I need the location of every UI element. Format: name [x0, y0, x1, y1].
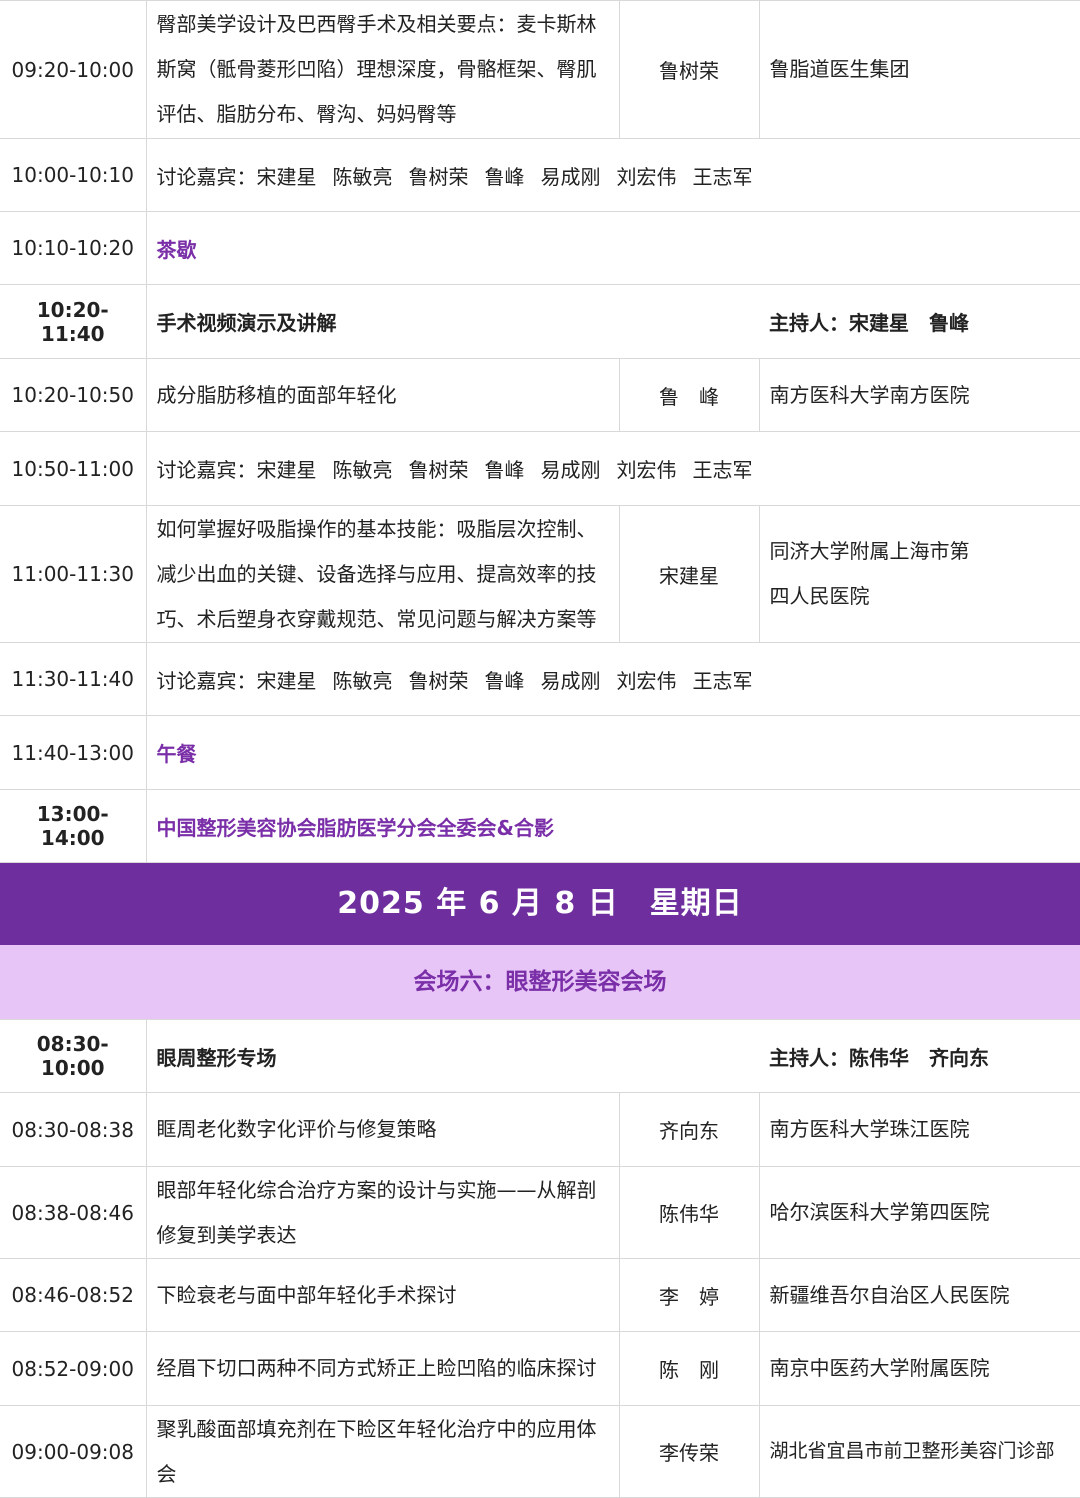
- discussion-label: 讨论嘉宾：: [156, 668, 257, 693]
- discussion-label: 讨论嘉宾：: [156, 458, 257, 482]
- topic-cell: 臀部美学设计及巴西臀手术及相关要点：麦卡斯林斯窝（骶骨菱形凹陷）理想深度，骨骼框…: [146, 0, 619, 139]
- schedule-row: 09:00-09:08 聚乳酸面部填充剂在下睑区年轻化治疗中的应用体会 李传荣 …: [0, 1405, 1080, 1498]
- guest-name: 宋建星: [256, 458, 317, 482]
- topic-cell: 经眉下切口两种不同方式矫正上睑凹陷的临床探讨: [146, 1331, 619, 1406]
- time-cell: 11:40-13:00: [0, 715, 147, 790]
- institution-cell: 南方医科大学珠江医院: [759, 1092, 1080, 1167]
- break-row: 11:40-13:00 午餐: [0, 715, 1080, 790]
- guest-name: 易成刚: [540, 458, 601, 482]
- break-label: 茶歇: [146, 211, 1080, 285]
- institution-cell: 鲁脂道医生集团: [759, 0, 1080, 139]
- guest-name: 鲁峰: [484, 458, 525, 482]
- time-cell: 08:30-08:38: [0, 1092, 147, 1167]
- schedule-row: 08:52-09:00 经眉下切口两种不同方式矫正上睑凹陷的临床探讨 陈 刚 南…: [0, 1331, 1080, 1406]
- time-cell: 08:46-08:52: [0, 1258, 147, 1332]
- session-title: 手术视频演示及讲解: [146, 284, 759, 359]
- speaker-cell: 李传荣: [618, 1405, 760, 1498]
- guest-name: 刘宏伟: [616, 164, 677, 189]
- speaker-cell: 陈 刚: [618, 1331, 760, 1406]
- speaker-cell: 齐向东: [618, 1092, 760, 1167]
- institution-cell: 新疆维吾尔自治区人民医院: [759, 1258, 1080, 1332]
- session-header-row: 08:30-10:00 眼周整形专场 主持人：陈伟华 齐向东: [0, 1019, 1080, 1093]
- discussion-row: 11:30-11:40 讨论嘉宾：宋建星 陈敏亮 鲁树荣 鲁峰 易成刚 刘宏伟 王志军: [0, 642, 1080, 716]
- guest-name: 刘宏伟: [616, 668, 677, 693]
- schedule-row: 10:20-10:50 成分脂肪移植的面部年轻化 鲁 峰 南方医科大学南方医院: [0, 358, 1080, 432]
- guest-name: 宋建星: [256, 164, 317, 189]
- schedule-row: 09:20-10:00 臀部美学设计及巴西臀手术及相关要点：麦卡斯林斯窝（骶骨菱…: [0, 0, 1080, 139]
- guest-name: 易成刚: [540, 164, 601, 189]
- topic-cell: 眶周老化数字化评价与修复策略: [146, 1092, 619, 1167]
- time-cell: 08:38-08:46: [0, 1166, 147, 1259]
- time-cell: 09:20-10:00: [0, 0, 147, 139]
- guest-name: 陈敏亮: [332, 668, 393, 693]
- discussion-row: 10:00-10:10 讨论嘉宾：宋建星 陈敏亮 鲁树荣 鲁峰 易成刚 刘宏伟 王志军: [0, 138, 1080, 212]
- time-cell: 09:00-09:08: [0, 1405, 147, 1498]
- discussion-guests: 讨论嘉宾：宋建星 陈敏亮 鲁树荣 鲁峰 易成刚 刘宏伟 王志军: [146, 642, 1080, 716]
- break-row: 10:10-10:20 茶歇: [0, 211, 1080, 285]
- topic-cell: 聚乳酸面部填充剂在下睑区年轻化治疗中的应用体会: [146, 1405, 619, 1498]
- guest-name: 刘宏伟: [616, 458, 677, 482]
- institution-cell: 南方医科大学南方医院: [759, 358, 1080, 432]
- time-cell: 10:20-11:40: [0, 284, 147, 359]
- lunch-label: 午餐: [146, 715, 1080, 790]
- venue-banner: 会场六：眼整形美容会场: [0, 945, 1080, 1019]
- meeting-row: 13:00-14:00 中国整形美容协会脂肪医学分会全委会&合影: [0, 789, 1080, 863]
- discussion-row: 10:50-11:00 讨论嘉宾：宋建星 陈敏亮 鲁树荣 鲁峰 易成刚 刘宏伟 王志军: [0, 431, 1080, 506]
- day-banner: 2025 年 6 月 8 日 星期日: [0, 863, 1080, 945]
- guest-name: 鲁峰: [484, 164, 525, 189]
- guest-name: 鲁树荣: [408, 458, 469, 482]
- topic-cell: 成分脂肪移植的面部年轻化: [146, 358, 619, 432]
- guest-name: 宋建星: [256, 668, 317, 693]
- speaker-cell: 宋建星: [618, 505, 760, 643]
- discussion-guests: 讨论嘉宾：宋建星 陈敏亮 鲁树荣 鲁峰 易成刚 刘宏伟 王志军: [146, 138, 1080, 212]
- session-host: 主持人：宋建星 鲁峰: [759, 284, 1080, 359]
- time-cell: 10:10-10:20: [0, 211, 147, 285]
- topic-cell: 如何掌握好吸脂操作的基本技能：吸脂层次控制、减少出血的关键、设备选择与应用、提高…: [146, 505, 619, 643]
- time-cell: 10:50-11:00: [0, 431, 147, 506]
- schedule-table-day1: 09:20-10:00 臀部美学设计及巴西臀手术及相关要点：麦卡斯林斯窝（骶骨菱…: [0, 0, 1080, 863]
- time-cell: 13:00-14:00: [0, 789, 147, 863]
- session-title: 眼周整形专场: [146, 1019, 759, 1093]
- speaker-cell: 鲁树荣: [618, 0, 760, 139]
- meeting-label: 中国整形美容协会脂肪医学分会全委会&合影: [146, 789, 1080, 863]
- time-cell: 08:30-10:00: [0, 1019, 147, 1093]
- guest-name: 易成刚: [540, 668, 601, 693]
- speaker-cell: 鲁 峰: [618, 358, 760, 432]
- schedule-row: 11:00-11:30 如何掌握好吸脂操作的基本技能：吸脂层次控制、减少出血的关…: [0, 505, 1080, 643]
- schedule-row: 08:30-08:38 眶周老化数字化评价与修复策略 齐向东 南方医科大学珠江医…: [0, 1092, 1080, 1167]
- time-cell: 11:00-11:30: [0, 505, 147, 643]
- schedule-table-day2: 08:30-10:00 眼周整形专场 主持人：陈伟华 齐向东 08:30-08:…: [0, 1019, 1080, 1498]
- speaker-cell: 李 婷: [618, 1258, 760, 1332]
- time-cell: 11:30-11:40: [0, 642, 147, 716]
- session-header-row: 10:20-11:40 手术视频演示及讲解 主持人：宋建星 鲁峰: [0, 284, 1080, 359]
- schedule-row: 08:38-08:46 眼部年轻化综合治疗方案的设计与实施——从解剖修复到美学表…: [0, 1166, 1080, 1259]
- institution-cell: 哈尔滨医科大学第四医院: [759, 1166, 1080, 1259]
- guest-name: 王志军: [692, 164, 753, 189]
- session-host: 主持人：陈伟华 齐向东: [759, 1019, 1080, 1093]
- topic-cell: 眼部年轻化综合治疗方案的设计与实施——从解剖修复到美学表达: [146, 1166, 619, 1259]
- time-cell: 08:52-09:00: [0, 1331, 147, 1406]
- institution-cell: 南京中医药大学附属医院: [759, 1331, 1080, 1406]
- institution-cell: 湖北省宜昌市前卫整形美容门诊部: [759, 1405, 1080, 1498]
- guest-name: 陈敏亮: [332, 458, 393, 482]
- guest-name: 王志军: [692, 458, 753, 482]
- discussion-label: 讨论嘉宾：: [156, 164, 257, 189]
- institution-cell: 同济大学附属上海市第四人民医院: [759, 505, 1080, 643]
- schedule-page: 09:20-10:00 臀部美学设计及巴西臀手术及相关要点：麦卡斯林斯窝（骶骨菱…: [0, 0, 1080, 1498]
- discussion-guests: 讨论嘉宾：宋建星 陈敏亮 鲁树荣 鲁峰 易成刚 刘宏伟 王志军: [146, 431, 1080, 506]
- speaker-cell: 陈伟华: [618, 1166, 760, 1259]
- guest-name: 鲁树荣: [408, 164, 469, 189]
- guest-name: 陈敏亮: [332, 164, 393, 189]
- guest-name: 鲁树荣: [408, 668, 469, 693]
- topic-cell: 下睑衰老与面中部年轻化手术探讨: [146, 1258, 619, 1332]
- guest-name: 鲁峰: [484, 668, 525, 693]
- schedule-row: 08:46-08:52 下睑衰老与面中部年轻化手术探讨 李 婷 新疆维吾尔自治区…: [0, 1258, 1080, 1332]
- time-cell: 10:20-10:50: [0, 358, 147, 432]
- time-cell: 10:00-10:10: [0, 138, 147, 212]
- guest-name: 王志军: [692, 668, 753, 693]
